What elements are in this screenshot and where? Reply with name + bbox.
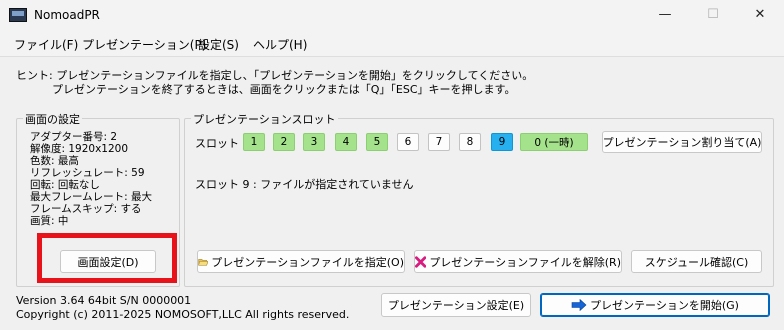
close-button[interactable]: ✕: [738, 0, 782, 30]
release-file-button[interactable]: プレゼンテーションファイルを解除(R): [414, 250, 622, 273]
window-title: NomoadPR: [34, 8, 100, 22]
display-info: アダプター番号: 2 解像度: 1920x1200 色数: 最高 リフレッシュレ…: [30, 131, 152, 227]
slot-0-temporary[interactable]: 0 (一時): [520, 133, 588, 151]
slot-4[interactable]: 4: [335, 133, 357, 151]
app-icon: [9, 8, 27, 22]
menu-bar: ファイル(F) プレゼンテーション(P) 設定(S) ヘルプ(H): [0, 30, 784, 57]
blue-arrow-right-icon: [571, 299, 587, 311]
presentation-settings-button[interactable]: プレゼンテーション設定(E): [381, 293, 531, 317]
menu-settings[interactable]: 設定(S): [198, 36, 239, 53]
rotation: 回転: 回転なし: [30, 179, 100, 191]
title-bar: NomoadPR — ☐ ✕: [0, 0, 784, 30]
resolution: 解像度: 1920x1200: [30, 143, 129, 155]
folder-open-icon: [198, 258, 209, 265]
presentation-slots-title: プレゼンテーションスロット: [191, 111, 338, 127]
copyright-text: Copyright (c) 2011-2025 NOMOSOFT,LLC All…: [16, 308, 350, 321]
minimize-button[interactable]: —: [643, 0, 687, 30]
schedule-check-button[interactable]: スケジュール確認(C): [631, 250, 762, 273]
adapter-number: アダプター番号: 2: [30, 131, 118, 143]
frame-skip: フレームスキップ: する: [30, 203, 142, 215]
version-text: Version 3.64 64bit S/N 0000001: [16, 294, 192, 307]
hint-line-1: ヒント: プレゼンテーションファイルを指定し、「プレゼンテーションを開始」をクリ…: [16, 69, 534, 82]
image-quality: 画質: 中: [30, 215, 69, 227]
color-depth: 色数: 最高: [30, 155, 79, 167]
slot-8[interactable]: 8: [459, 133, 481, 151]
maximize-button: ☐: [707, 7, 719, 22]
red-x-icon: [415, 255, 427, 268]
display-settings-title: 画面の設定: [23, 111, 82, 127]
specify-file-button[interactable]: プレゼンテーションファイルを指定(O): [197, 250, 405, 273]
slot-label: スロット: [195, 137, 239, 150]
hint-text: ヒント: プレゼンテーションファイルを指定し、「プレゼンテーションを開始」をクリ…: [16, 69, 533, 97]
start-presentation-button[interactable]: プレゼンテーションを開始(G): [540, 293, 770, 317]
max-frame-rate: 最大フレームレート: 最大: [30, 191, 153, 203]
slot-7[interactable]: 7: [428, 133, 450, 151]
menu-presentation[interactable]: プレゼンテーション(P): [82, 36, 206, 53]
menu-help[interactable]: ヘルプ(H): [253, 36, 307, 53]
menu-file[interactable]: ファイル(F): [14, 36, 78, 53]
version-info: Version 3.64 64bit S/N 0000001 Copyright…: [16, 294, 349, 322]
refresh-rate: リフレッシュレート: 59: [30, 167, 145, 179]
slot-5[interactable]: 5: [366, 133, 388, 151]
slot-3[interactable]: 3: [303, 133, 325, 151]
slot-6[interactable]: 6: [397, 133, 419, 151]
specify-file-label: プレゼンテーションファイルを指定(O): [211, 255, 404, 269]
slot-status-text: スロット 9 : ファイルが指定されていません: [195, 178, 414, 191]
release-file-label: プレゼンテーションファイルを解除(R): [429, 255, 621, 269]
assign-presentation-button[interactable]: プレゼンテーション割り当て(A): [602, 131, 762, 153]
start-presentation-label: プレゼンテーションを開始(G): [590, 299, 739, 312]
slot-9[interactable]: 9: [491, 133, 513, 151]
slot-2[interactable]: 2: [273, 133, 295, 151]
slot-1[interactable]: 1: [243, 133, 265, 151]
highlight-box: [37, 233, 177, 283]
hint-line-2: プレゼンテーションを終了するときは、画面をクリックまたは「Q」「ESC」キーを押…: [52, 83, 516, 96]
